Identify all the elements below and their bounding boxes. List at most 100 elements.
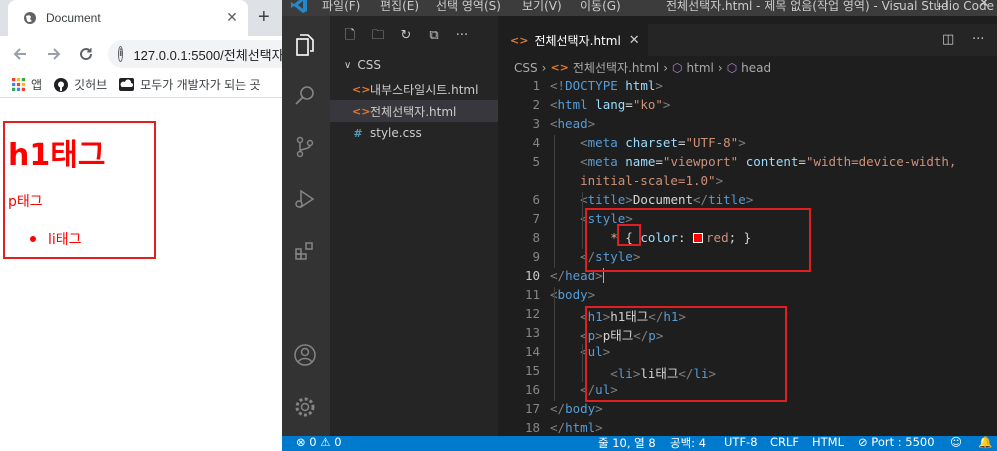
bookmark-modoo[interactable]: 모두가 개발자가 되는 곳	[119, 76, 261, 93]
rendered-h1: h1태그	[8, 138, 106, 173]
code-token: =	[655, 154, 663, 169]
rendered-p: p태그	[8, 194, 43, 210]
line-number: 5	[532, 154, 540, 169]
code-token: charset	[625, 135, 678, 150]
browser-tab[interactable]: Document ✕	[8, 0, 248, 36]
folder-css[interactable]: ∨ CSS	[344, 58, 381, 72]
settings-gear-icon[interactable]	[290, 392, 320, 422]
menu-selection[interactable]: 선택 영역(S)	[436, 0, 501, 14]
live-server-status[interactable]: ⊘ Port : 5500	[858, 436, 935, 449]
new-folder-icon[interactable]: 🗀	[370, 28, 386, 44]
code-line[interactable]: 5 <meta name="viewport" content="width=d…	[498, 154, 997, 173]
extensions-icon[interactable]	[290, 236, 320, 266]
maximize-icon[interactable]: ☐	[932, 0, 952, 11]
code-token: <	[580, 135, 588, 150]
bookmark-label: 앱	[31, 78, 43, 92]
code-token: title	[587, 192, 626, 207]
code-token: meta	[587, 135, 618, 150]
close-icon[interactable]: ✕	[629, 33, 640, 48]
bookmarks-bar: 앱 깃허브 모두가 개발자가 되는 곳	[0, 72, 282, 98]
split-editor-icon[interactable]: ◫	[942, 32, 954, 47]
page-viewport: h1태그 p태그 li태그	[0, 99, 282, 451]
more-actions-icon[interactable]: ···	[972, 32, 984, 47]
file-item[interactable]: # style.css	[330, 122, 498, 144]
collapse-all-icon[interactable]: ⧉	[426, 28, 442, 44]
code-line[interactable]: 17 </body>	[498, 401, 997, 420]
explorer-icon[interactable]	[290, 30, 320, 60]
reload-icon[interactable]	[74, 42, 98, 66]
code-token: <	[550, 116, 558, 131]
breadcrumb-item[interactable]: 전체선택자.html	[573, 59, 659, 76]
code-text: <meta name="viewport" content="width=dev…	[550, 154, 956, 169]
more-actions-icon[interactable]: ···	[454, 28, 470, 44]
code-line[interactable]: initial-scale=1.0">	[498, 173, 997, 192]
cursor-position-status[interactable]: 줄 10, 열 8	[598, 436, 656, 451]
bookmark-github[interactable]: 깃허브	[54, 76, 107, 93]
browser-tabstrip: Document ✕ +	[0, 0, 282, 36]
code-token: </	[550, 420, 566, 435]
editor-tab-active[interactable]: <> 전체선택자.html ✕	[498, 24, 648, 56]
bookmark-apps[interactable]: 앱	[12, 76, 42, 93]
line-number: 4	[532, 135, 540, 150]
element-icon: ⬡	[672, 60, 683, 75]
menu-edit[interactable]: 편집(E)	[380, 0, 419, 14]
line-number: 17	[524, 401, 540, 416]
editor-tabs: <> 전체선택자.html ✕ ◫ ···	[498, 24, 997, 56]
file-item[interactable]: <> 내부스타일시트.html	[330, 78, 498, 100]
new-file-icon[interactable]: 🗋	[342, 28, 358, 44]
breadcrumb-item[interactable]: CSS	[514, 61, 538, 75]
source-control-icon[interactable]	[290, 132, 320, 162]
code-token: <	[580, 154, 588, 169]
account-icon[interactable]	[290, 340, 320, 370]
code-token: Document	[632, 192, 694, 207]
browser-tab-title: Document	[46, 11, 101, 25]
info-icon[interactable]: i	[118, 46, 124, 62]
code-token: lang	[595, 97, 626, 112]
code-line[interactable]: 3 <head>	[498, 116, 997, 135]
feedback-icon[interactable]: ☺	[950, 436, 962, 449]
bell-icon[interactable]: 🔔	[978, 436, 992, 449]
line-number: 1	[532, 78, 540, 93]
refresh-icon[interactable]: ↻	[398, 28, 414, 44]
cloud-icon	[119, 78, 135, 91]
menu-file[interactable]: 파일(F)	[322, 0, 360, 14]
minimize-icon[interactable]: –	[888, 0, 908, 11]
code-line[interactable]: 2 <html lang="ko">	[498, 97, 997, 116]
html-file-icon: <>	[510, 33, 529, 47]
eol-status[interactable]: CRLF	[770, 436, 799, 449]
code-token: head	[557, 116, 588, 131]
forward-arrow-icon[interactable]	[42, 42, 66, 66]
new-tab-button[interactable]: +	[258, 6, 270, 29]
address-bar[interactable]: i 127.0.0.1:5500/전체선택자.html	[108, 40, 282, 68]
code-line[interactable]: 11 <body>	[498, 287, 997, 306]
file-label: 전체선택자.html	[370, 104, 457, 119]
code-text: <title>Document</title>	[550, 192, 753, 207]
code-line[interactable]: 1 <!DOCTYPE html>	[498, 78, 997, 97]
close-icon[interactable]: ✕	[224, 10, 240, 26]
window-close-icon[interactable]: ✕	[974, 0, 994, 11]
file-item-active[interactable]: <> 전체선택자.html	[330, 100, 498, 122]
code-token: html	[557, 97, 588, 112]
menu-view[interactable]: 보기(V)	[522, 0, 562, 14]
problems-status[interactable]: ⊗ 0 ⚠ 0	[296, 436, 342, 449]
line-number: 13	[524, 325, 540, 340]
activity-bar	[282, 16, 330, 436]
line-number: 9	[532, 249, 540, 264]
code-token: title	[708, 192, 746, 207]
back-arrow-icon[interactable]	[8, 42, 32, 66]
line-number: 6	[532, 192, 540, 207]
indentation-status[interactable]: 공백: 4	[670, 436, 706, 451]
code-line[interactable]: 4 <meta charset="UTF-8">	[498, 135, 997, 154]
run-debug-icon[interactable]	[290, 184, 320, 214]
encoding-status[interactable]: UTF-8	[724, 436, 758, 449]
breadcrumb-item[interactable]: head	[741, 61, 771, 75]
code-text: </html>	[550, 420, 603, 435]
language-status[interactable]: HTML	[812, 436, 844, 449]
status-bar: ⊗ 0 ⚠ 0 줄 10, 열 8 공백: 4 UTF-8 CRLF HTML …	[282, 436, 997, 451]
search-icon[interactable]	[290, 80, 320, 110]
css-file-icon: #	[353, 126, 363, 140]
breadcrumb-item[interactable]: html	[687, 61, 714, 75]
bookmark-label: 모두가 개발자가 되는 곳	[140, 78, 261, 92]
indent-guide	[582, 192, 583, 249]
menu-go[interactable]: 이동(G)	[580, 0, 621, 14]
